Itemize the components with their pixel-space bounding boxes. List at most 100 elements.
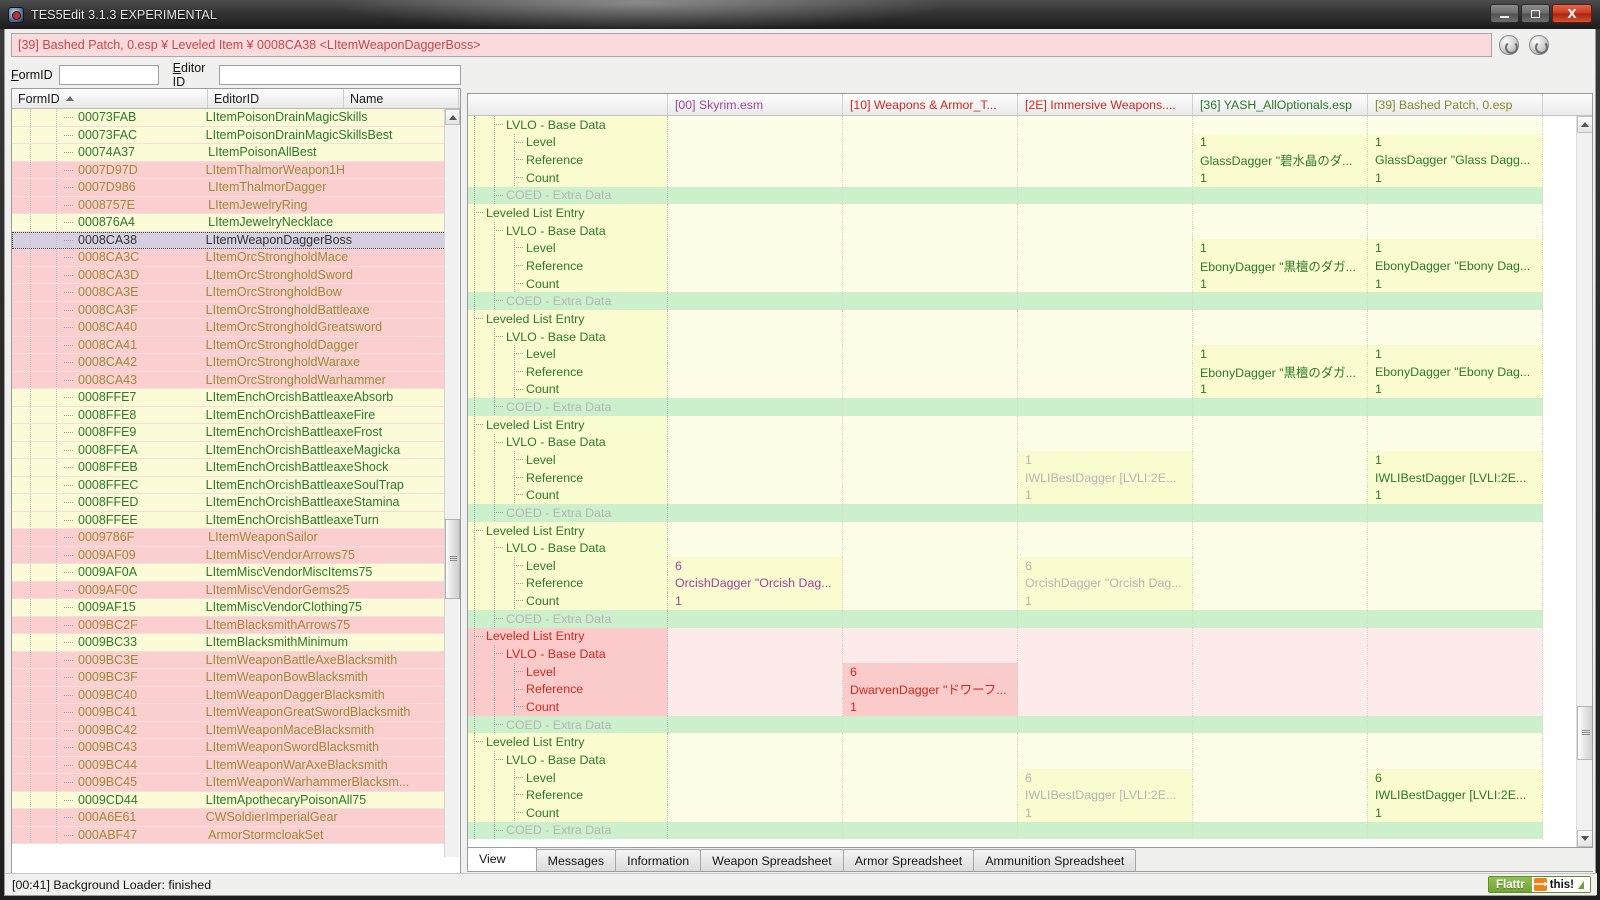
table-row[interactable]: 0009BC3E LItemWeaponBattleAxeBlacksmith <box>12 651 446 669</box>
comparison-row[interactable]: Leveled List Entry <box>468 415 1576 434</box>
comparison-cell[interactable] <box>1193 204 1368 222</box>
comparison-cell[interactable] <box>1018 168 1193 187</box>
comparison-row[interactable]: COED - Extra Data <box>468 609 1576 628</box>
comparison-cell[interactable] <box>843 362 1018 381</box>
comparison-cell[interactable] <box>668 521 843 540</box>
comparison-cell[interactable] <box>843 521 1018 540</box>
comparison-cell[interactable]: 1 <box>1018 451 1193 469</box>
comparison-cell[interactable] <box>843 539 1018 558</box>
tab-weapon-spreadsheet[interactable]: Weapon Spreadsheet <box>700 849 844 871</box>
comparison-cell[interactable] <box>843 239 1018 258</box>
comparison-row[interactable]: LVLO - Base Data <box>468 645 1576 663</box>
comparison-cell[interactable] <box>843 151 1018 169</box>
comparison-cell[interactable] <box>668 733 843 752</box>
comparison-cell[interactable] <box>668 186 843 205</box>
scroll-up-icon[interactable] <box>445 109 460 125</box>
comparison-cell[interactable]: OrcishDagger "Orcish Dag... <box>1018 574 1193 593</box>
comparison-cell[interactable] <box>1193 468 1368 487</box>
comparison-cell[interactable] <box>1193 504 1368 522</box>
comparison-row[interactable]: Level 1 1 <box>468 133 1576 152</box>
comparison-row[interactable]: LVLO - Base Data <box>468 539 1576 558</box>
comparison-cell[interactable]: GlassDagger "Glass Dagg... <box>1368 151 1543 169</box>
comparison-cell[interactable] <box>1018 733 1193 752</box>
comparison-row[interactable]: Level 6 6 <box>468 557 1576 575</box>
comparison-cell[interactable] <box>1368 521 1543 540</box>
comparison-cell[interactable]: 1 <box>1368 239 1543 258</box>
close-button[interactable]: X <box>1552 4 1592 23</box>
column-header-formid[interactable]: FormID <box>12 89 208 108</box>
comparison-cell[interactable] <box>1193 627 1368 646</box>
comparison-row[interactable]: Level 6 <box>468 662 1576 681</box>
comparison-cell[interactable] <box>1193 715 1368 734</box>
comparison-cell[interactable] <box>1018 398 1193 416</box>
comparison-cell[interactable] <box>668 486 843 505</box>
table-row[interactable]: 0008FFE7 LItemEnchOrcishBattleaxeAbsorb <box>12 389 446 407</box>
comparison-cell[interactable]: 1 <box>1368 486 1543 505</box>
comparison-cell[interactable] <box>668 645 843 663</box>
comparison-cell[interactable]: 1 <box>1368 133 1543 152</box>
comparison-cell[interactable] <box>668 151 843 169</box>
comparison-cell[interactable]: 6 <box>1368 768 1543 787</box>
table-row[interactable]: 0009BC33 LItemBlacksmithMinimum <box>12 634 446 652</box>
comparison-cell[interactable] <box>1368 733 1543 752</box>
comparison-cell[interactable] <box>1193 768 1368 787</box>
comparison-cell[interactable] <box>1018 504 1193 522</box>
table-row[interactable]: 0008FFE9 LItemEnchOrcishBattleaxeFrost <box>12 424 446 442</box>
comparison-row[interactable]: Level 1 1 <box>468 239 1576 258</box>
comparison-row[interactable]: COED - Extra Data <box>468 186 1576 205</box>
comparison-row[interactable]: LVLO - Base Data <box>468 327 1576 346</box>
comparison-cell[interactable] <box>843 327 1018 346</box>
comparison-cell[interactable] <box>668 786 843 804</box>
comparison-cell[interactable] <box>1193 645 1368 663</box>
table-row[interactable]: 0007D97D LItemThalmorWeapon1H <box>12 161 446 179</box>
comparison-cell[interactable] <box>843 592 1018 610</box>
comparison-cell[interactable]: 1 <box>1193 133 1368 152</box>
comparison-cell[interactable]: EbonyDagger "Ebony Dag... <box>1368 362 1543 381</box>
comparison-cell[interactable] <box>1368 751 1543 769</box>
comparison-cell[interactable] <box>668 239 843 258</box>
comparison-cell[interactable] <box>843 557 1018 575</box>
column-header-editorid[interactable]: EditorID <box>208 89 344 108</box>
comparison-cell[interactable] <box>843 486 1018 505</box>
comparison-cell[interactable] <box>843 274 1018 293</box>
comparison-cell[interactable] <box>668 380 843 399</box>
table-row[interactable]: 0008CA3D LItemOrcStrongholdSword <box>12 266 446 284</box>
comparison-cell[interactable] <box>843 821 1018 840</box>
table-row[interactable]: 000ABF47 ArmorStormcloakSet <box>12 826 446 844</box>
comparison-cell[interactable] <box>1368 186 1543 205</box>
comparison-cell[interactable] <box>1018 221 1193 240</box>
comparison-row[interactable]: Count 1 1 <box>468 168 1576 187</box>
comparison-row[interactable]: LVLO - Base Data <box>468 221 1576 240</box>
table-row[interactable]: 0009BC43 LItemWeaponSwordBlacksmith <box>12 739 446 757</box>
table-row[interactable]: 0009BC2F LItemBlacksmithArrows75 <box>12 616 446 634</box>
table-row[interactable]: 0008CA41 LItemOrcStrongholdDagger <box>12 336 446 354</box>
comparison-cell[interactable] <box>1018 415 1193 434</box>
comparison-row[interactable]: Reference GlassDagger "碧水晶のダ... GlassDagge… <box>468 151 1576 169</box>
comparison-cell[interactable] <box>1193 574 1368 593</box>
comparison-cell[interactable] <box>1368 698 1543 716</box>
comparison-cell[interactable] <box>668 468 843 487</box>
comparison-cell[interactable] <box>1368 433 1543 452</box>
comparison-cell[interactable] <box>1018 204 1193 222</box>
comparison-cell[interactable] <box>843 133 1018 152</box>
table-row[interactable]: 0008CA3C LItemOrcStrongholdMace <box>12 249 446 267</box>
comparison-row[interactable]: Leveled List Entry <box>468 733 1576 752</box>
comparison-cell[interactable] <box>1368 327 1543 346</box>
comparison-cell[interactable]: 1 <box>1193 345 1368 363</box>
comparison-cell[interactable] <box>843 786 1018 804</box>
comparison-cell[interactable]: 1 <box>1193 380 1368 399</box>
comparison-cell[interactable]: DwarvenDagger "ドワーフ... <box>843 680 1018 699</box>
tab-ammunition-spreadsheet[interactable]: Ammunition Spreadsheet <box>973 849 1137 871</box>
table-row[interactable]: 000876A4 LItemJewelryNecklace <box>12 214 446 232</box>
comparison-cell[interactable] <box>1018 310 1193 328</box>
comparison-cell[interactable] <box>1018 380 1193 399</box>
comparison-column-header-2[interactable]: [10] Weapons & Armor_T... <box>843 94 1018 115</box>
comparison-row[interactable]: Reference EbonyDagger "黒檀のダガ... EbonyDagge… <box>468 362 1576 381</box>
comparison-cell[interactable] <box>843 733 1018 752</box>
table-row[interactable]: 0008CA38 LItemWeaponDaggerBoss <box>12 231 446 249</box>
comparison-cell[interactable] <box>1193 680 1368 699</box>
comparison-row[interactable]: Count 1 1 <box>468 486 1576 505</box>
comparison-cell[interactable] <box>1193 415 1368 434</box>
comparison-column-header-0[interactable] <box>468 94 668 115</box>
table-row[interactable]: 0009BC40 LItemWeaponDaggerBlacksmith <box>12 686 446 704</box>
